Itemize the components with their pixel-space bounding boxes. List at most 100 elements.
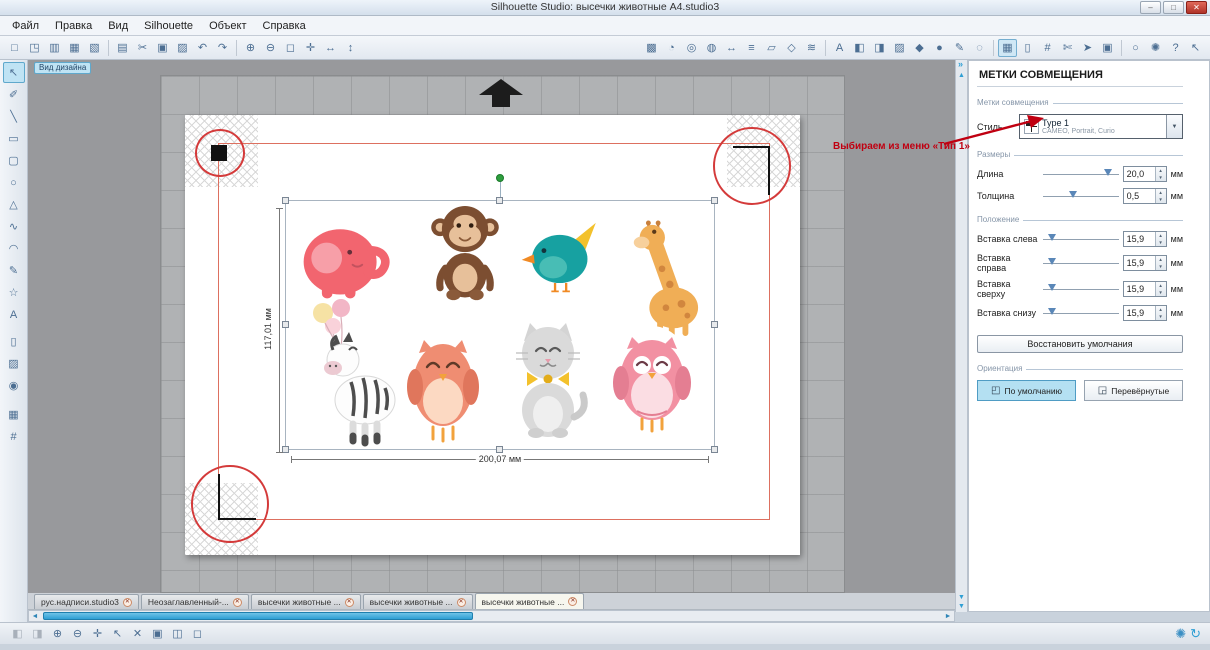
selection-handle[interactable] <box>711 197 718 204</box>
freehand-tool[interactable]: ✎ <box>3 260 25 281</box>
pixscan-icon[interactable]: ▩ <box>642 39 661 57</box>
dropdown-arrow-button[interactable]: ▼ <box>1166 115 1182 138</box>
value-slider[interactable] <box>1043 233 1119 245</box>
spin-down-icon[interactable]: ▼ <box>1156 196 1166 203</box>
rotation-handle[interactable] <box>496 174 504 182</box>
fit-page-icon[interactable]: ↕ <box>341 39 360 57</box>
align-icon[interactable]: ≡ <box>742 39 761 57</box>
zoom-selection-icon[interactable]: ◻ <box>281 39 300 57</box>
text-tool[interactable]: A <box>3 304 25 325</box>
print-icon[interactable]: ▤ <box>113 39 132 57</box>
slider-marker-icon[interactable] <box>1048 308 1056 315</box>
document-tab[interactable]: Неозаглавленный-... ✕ <box>141 594 249 609</box>
save-icon[interactable]: ▥ <box>45 39 64 57</box>
sketch-icon[interactable]: ✎ <box>950 39 969 57</box>
line-color-icon[interactable]: ◨ <box>870 39 889 57</box>
scroll-down-icon[interactable]: ▼ <box>958 594 965 601</box>
export-icon[interactable]: ▧ <box>85 39 104 57</box>
fill-pattern-icon[interactable]: ▨ <box>890 39 909 57</box>
value-slider[interactable] <box>1043 283 1119 295</box>
spin-up-icon[interactable]: ▲ <box>1156 256 1166 263</box>
undo-icon[interactable]: ↶ <box>193 39 212 57</box>
replicate-icon[interactable]: ▱ <box>762 39 781 57</box>
duplicate-icon[interactable]: ▣ <box>148 625 167 643</box>
new-document-icon[interactable]: □ <box>5 39 24 57</box>
line-style-icon[interactable]: ◆ <box>910 39 929 57</box>
maximize-button[interactable]: □ <box>1163 1 1184 14</box>
spin-up-icon[interactable]: ▲ <box>1156 189 1166 196</box>
selection-handle[interactable] <box>711 446 718 453</box>
preferences-gear-icon[interactable]: ✺ <box>1146 39 1165 57</box>
zoom-out-icon[interactable]: ⊖ <box>261 39 280 57</box>
spin-down-icon[interactable]: ▼ <box>1156 289 1166 296</box>
zoom-out-quick-icon[interactable]: ⊖ <box>68 625 87 643</box>
menu-item[interactable]: Silhouette <box>136 18 201 34</box>
document-tab[interactable]: рус.надписи.studio3 ✕ <box>34 594 139 609</box>
selection-box[interactable] <box>285 200 715 450</box>
zoom-in-icon[interactable]: ⊕ <box>241 39 260 57</box>
spin-up-icon[interactable]: ▲ <box>1156 282 1166 289</box>
delete-icon[interactable]: ✕ <box>128 625 147 643</box>
pan-icon[interactable]: ↔ <box>321 39 340 57</box>
slider-marker-icon[interactable] <box>1048 234 1056 241</box>
spin-down-icon[interactable]: ▼ <box>1156 313 1166 320</box>
document-tab[interactable]: высечки животные ... ✕ <box>251 594 361 609</box>
spinner[interactable]: ▲▼ <box>1155 167 1166 181</box>
page-setup-tool[interactable]: ▯ <box>3 331 25 352</box>
open-icon[interactable]: ◳ <box>25 39 44 57</box>
menu-item[interactable]: Правка <box>47 18 100 34</box>
selection-handle[interactable] <box>496 197 503 204</box>
help-icon[interactable]: ? <box>1166 39 1185 57</box>
arc-tool[interactable]: ◠ <box>3 238 25 259</box>
menu-item[interactable]: Справка <box>255 18 314 34</box>
fill-color-icon[interactable]: ◧ <box>850 39 869 57</box>
registration-marks-tool[interactable]: ▦ <box>3 404 25 425</box>
rectangle-tool[interactable]: ▭ <box>3 128 25 149</box>
nest-icon[interactable]: ◇ <box>782 39 801 57</box>
value-slider[interactable] <box>1043 168 1119 180</box>
close-button[interactable]: ✕ <box>1186 1 1207 14</box>
value-field[interactable]: 20,0▲▼ <box>1123 166 1167 182</box>
spin-down-icon[interactable]: ▼ <box>1156 174 1166 181</box>
copy-icon[interactable]: ▣ <box>153 39 172 57</box>
redo-icon[interactable]: ↷ <box>213 39 232 57</box>
tab-close-icon[interactable]: ✕ <box>233 598 242 607</box>
selection-handle[interactable] <box>282 197 289 204</box>
text-style-icon[interactable]: A <box>830 39 849 57</box>
selection-handle[interactable] <box>282 321 289 328</box>
style-dropdown[interactable]: Type 1 CAMEO, Portrait, Curio ▼ <box>1019 114 1183 139</box>
design-view-tab[interactable]: Вид дизайна <box>34 62 91 74</box>
grid-tool[interactable]: # <box>3 426 25 447</box>
grid-settings-icon[interactable]: # <box>1038 39 1057 57</box>
zoom-in-quick-icon[interactable]: ⊕ <box>48 625 67 643</box>
document-tab[interactable]: высечки животные ... ✕ <box>363 594 473 609</box>
page-setup-icon[interactable]: ▯ <box>1018 39 1037 57</box>
tab-close-icon[interactable]: ✕ <box>123 598 132 607</box>
spinner[interactable]: ▲▼ <box>1155 256 1166 270</box>
pan-quick-icon[interactable]: ✛ <box>88 625 107 643</box>
spinner[interactable]: ▲▼ <box>1155 189 1166 203</box>
ungroup-icon[interactable]: ◻ <box>188 625 207 643</box>
preview-icon[interactable]: ◨ <box>28 625 47 643</box>
spinner[interactable]: ▲▼ <box>1155 282 1166 296</box>
expand-chevrons-icon[interactable]: » <box>958 59 963 69</box>
tab-close-icon[interactable]: ✕ <box>457 598 466 607</box>
spinner[interactable]: ▲▼ <box>1155 306 1166 320</box>
send-to-silhouette-icon[interactable]: ➤ <box>1078 39 1097 57</box>
value-field[interactable]: 15,9▲▼ <box>1123 305 1167 321</box>
ellipse-tool[interactable]: ○ <box>3 172 25 193</box>
spin-down-icon[interactable]: ▼ <box>1156 263 1166 270</box>
spin-up-icon[interactable]: ▲ <box>1156 167 1166 174</box>
menu-item[interactable]: Вид <box>100 18 136 34</box>
save-to-library-icon[interactable]: ▦ <box>65 39 84 57</box>
trace-icon[interactable]: ◔ <box>662 39 681 57</box>
polygon-tool[interactable]: △ <box>3 194 25 215</box>
group-icon[interactable]: ◫ <box>168 625 187 643</box>
shadow-icon[interactable]: ● <box>930 39 949 57</box>
tab-close-icon[interactable]: ✕ <box>345 598 354 607</box>
slider-marker-icon[interactable] <box>1048 258 1056 265</box>
selection-handle[interactable] <box>282 446 289 453</box>
line-tool[interactable]: ╲ <box>3 106 25 127</box>
select-tool[interactable]: ↖ <box>3 62 25 83</box>
value-field[interactable]: 0,5▲▼ <box>1123 188 1167 204</box>
